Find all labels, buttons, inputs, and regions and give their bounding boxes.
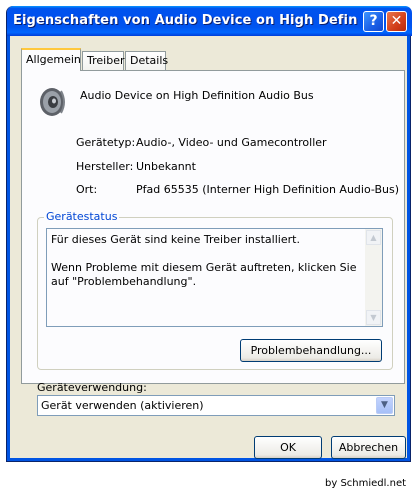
speaker-icon [40,88,65,116]
device-status-legend: Gerätestatus [44,210,120,223]
watermark-credit: by Schmiedl.net [325,478,407,489]
manufacturer-value: Unbekannt [136,160,196,173]
close-icon: ✕ [390,13,403,29]
title-bar[interactable]: Eigenschaften von Audio Device on High D… [7,6,412,36]
window-title: Eigenschaften von Audio Device on High D… [13,13,358,28]
device-usage-select[interactable]: Gerät verwenden (aktivieren) ▼ [37,395,395,416]
device-status-text: Für dieses Gerät sind keine Treiber inst… [51,233,357,288]
device-status-textbox[interactable]: Für dieses Gerät sind keine Treiber inst… [46,228,383,327]
tab-allgemein[interactable]: Allgemein [21,48,81,71]
manufacturer-label: Hersteller: [76,160,134,173]
properties-dialog: Eigenschaften von Audio Device on High D… [6,6,412,462]
close-button[interactable]: ✕ [386,11,407,32]
tab-panel-allgemein: Audio Device on High Definition Audio Bu… [21,70,405,384]
cancel-button[interactable]: Abbrechen [331,436,406,459]
help-button[interactable]: ? [363,11,384,32]
location-value: Pfad 65535 (Interner High Definition Aud… [136,183,400,196]
scroll-down-icon[interactable]: ▼ [366,310,381,325]
scroll-up-icon[interactable]: ▲ [366,230,381,245]
device-name: Audio Device on High Definition Audio Bu… [80,89,314,102]
device-usage-value: Gerät verwenden (aktivieren) [41,399,204,412]
location-label: Ort: [76,183,98,196]
chevron-down-icon[interactable]: ▼ [376,397,393,414]
device-type-label: Gerätetyp: [76,136,136,149]
tab-details[interactable]: Details [125,51,168,70]
device-usage-label: Geräteverwendung: [37,381,147,394]
ok-button[interactable]: OK [254,436,322,459]
status-scrollbar[interactable]: ▲ ▼ [365,229,382,326]
device-type-value: Audio-, Video- und Gamecontroller [136,136,327,149]
troubleshoot-button[interactable]: Problembehandlung... [240,339,382,362]
tab-treiber[interactable]: Treiber [82,51,124,70]
